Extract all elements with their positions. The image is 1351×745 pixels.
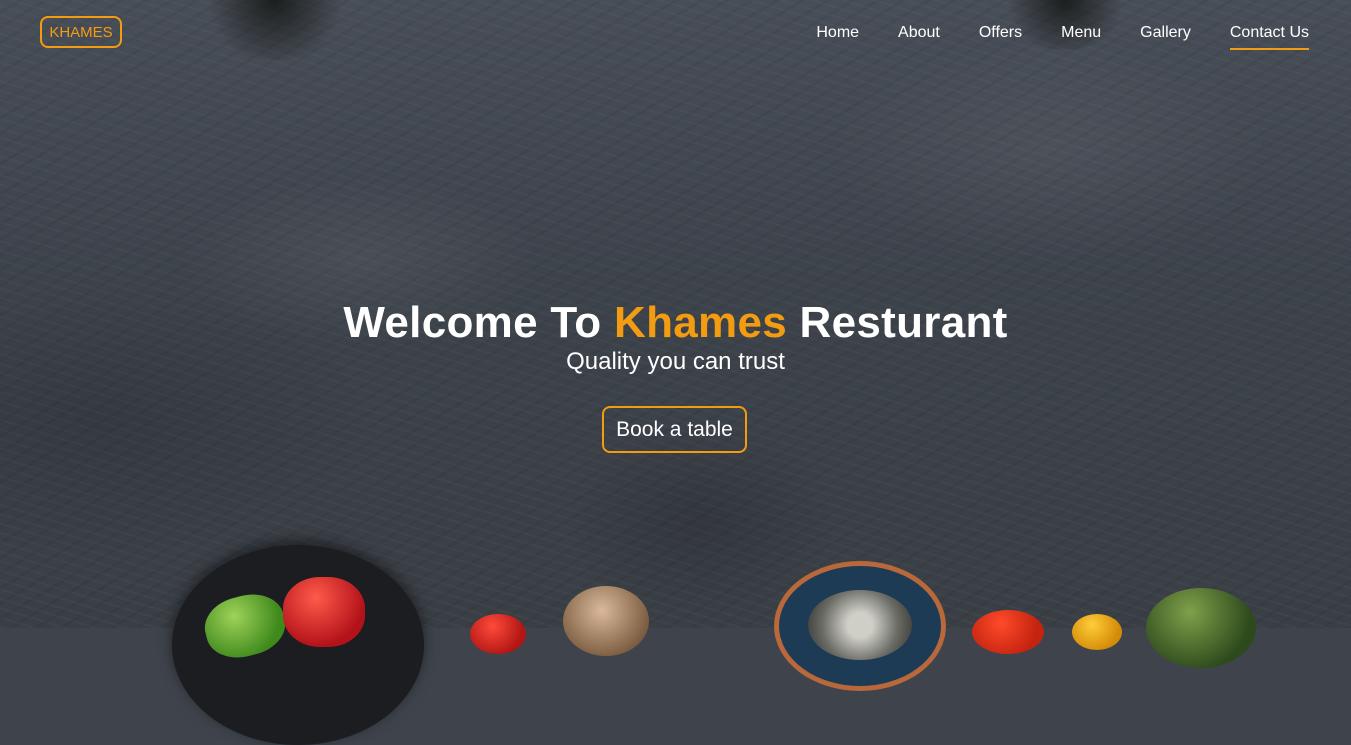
book-table-button[interactable]: Book a table bbox=[602, 406, 747, 453]
red-pepper-image bbox=[283, 577, 365, 647]
spice-image bbox=[808, 590, 912, 660]
red-tomato-image bbox=[972, 610, 1044, 654]
hero-title-prefix: Welcome To bbox=[343, 298, 602, 347]
brand-logo[interactable]: KHAMES bbox=[40, 16, 122, 48]
hero-subtitle: Quality you can trust bbox=[566, 348, 785, 375]
nav-about[interactable]: About bbox=[898, 24, 940, 50]
nav-menu[interactable]: Menu bbox=[1061, 24, 1101, 50]
nav-contact-us[interactable]: Contact Us bbox=[1229, 24, 1309, 50]
nav-home[interactable]: Home bbox=[816, 24, 859, 50]
nav-offers[interactable]: Offers bbox=[979, 24, 1022, 50]
mushroom-image bbox=[563, 586, 649, 656]
hero-title-suffix: Resturant bbox=[799, 298, 1008, 347]
hero-title-brand: Khames bbox=[614, 298, 787, 347]
yellow-tomato-image bbox=[1072, 614, 1122, 650]
hero-title: Welcome To Khames Resturant bbox=[0, 298, 1351, 348]
nav-gallery[interactable]: Gallery bbox=[1140, 24, 1191, 50]
tomato-image bbox=[470, 614, 526, 654]
decorative-shadow-left bbox=[200, 0, 350, 60]
main-nav: Home About Offers Menu Gallery Contact U… bbox=[816, 24, 1309, 50]
avocado-image bbox=[1146, 588, 1256, 668]
